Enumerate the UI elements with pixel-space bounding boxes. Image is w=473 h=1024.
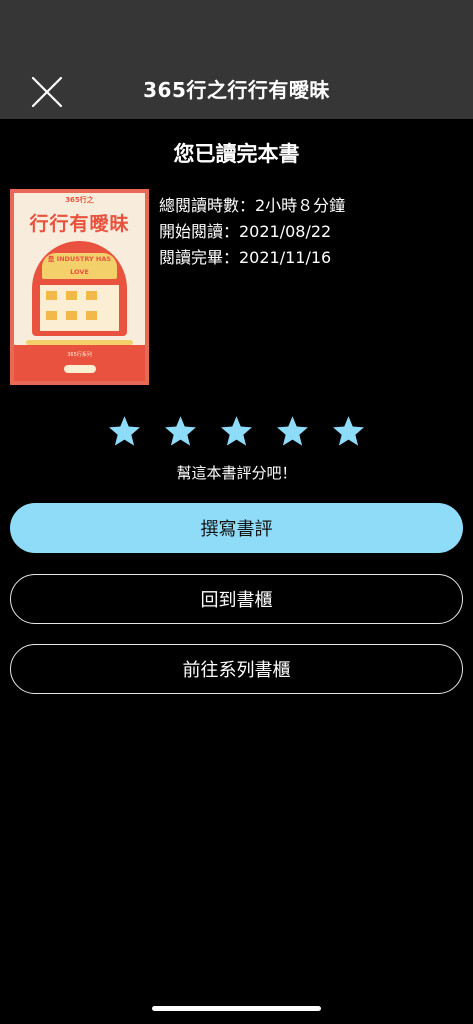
book-cover: 365行之 行行有曖昧 是 INDUSTRY HAS LOVE 365行系列: [10, 189, 149, 385]
book-cover-art: 365行之 行行有曖昧 是 INDUSTRY HAS LOVE 365行系列: [14, 193, 145, 381]
rating-hint: 幫這本書評分吧！: [176, 464, 297, 482]
star-icon[interactable]: [163, 414, 198, 449]
page-title: 365行之行行有曖昧: [143, 78, 330, 102]
status-bar: [0, 0, 473, 62]
cover-title: 行行有曖昧: [29, 213, 130, 235]
back-to-shelf-button[interactable]: 回到書櫃: [10, 574, 463, 624]
cover-arch-panel: [40, 285, 119, 331]
completion-heading: 您已讀完本書: [173, 142, 300, 166]
cover-arch-label: 是 INDUSTRY HAS LOVE: [42, 253, 117, 279]
star-rating: [0, 414, 473, 449]
navigation-bar: 365行之行行有曖昧: [0, 62, 473, 119]
reading-end-date: 閱讀完畢：2021/11/16: [159, 248, 332, 267]
cover-bottom-strip: 365行系列: [14, 345, 145, 381]
cover-series-label: 365行之: [65, 196, 94, 204]
cover-strip-text: 365行系列: [67, 352, 92, 358]
reading-complete-screen: 365行之行行有曖昧 您已讀完本書 365行之 行行有曖昧 是 INDUSTRY…: [0, 0, 473, 1024]
star-icon[interactable]: [275, 414, 310, 449]
star-icon[interactable]: [107, 414, 142, 449]
star-icon[interactable]: [219, 414, 254, 449]
star-icon[interactable]: [331, 414, 366, 449]
home-indicator[interactable]: [152, 1006, 321, 1011]
reading-start-date: 開始閱讀：2021/08/22: [159, 222, 332, 241]
cover-arch-illustration: 是 INDUSTRY HAS LOVE: [32, 241, 127, 336]
reading-stats: 總閱讀時數：2小時８分鐘 開始閱讀：2021/08/22 閱讀完畢：2021/1…: [159, 193, 345, 271]
total-reading-time: 總閱讀時數：2小時８分鐘: [159, 196, 346, 215]
cover-strip-pill: [64, 365, 96, 373]
write-review-button[interactable]: 撰寫書評: [10, 503, 463, 553]
series-shelf-button[interactable]: 前往系列書櫃: [10, 644, 463, 694]
